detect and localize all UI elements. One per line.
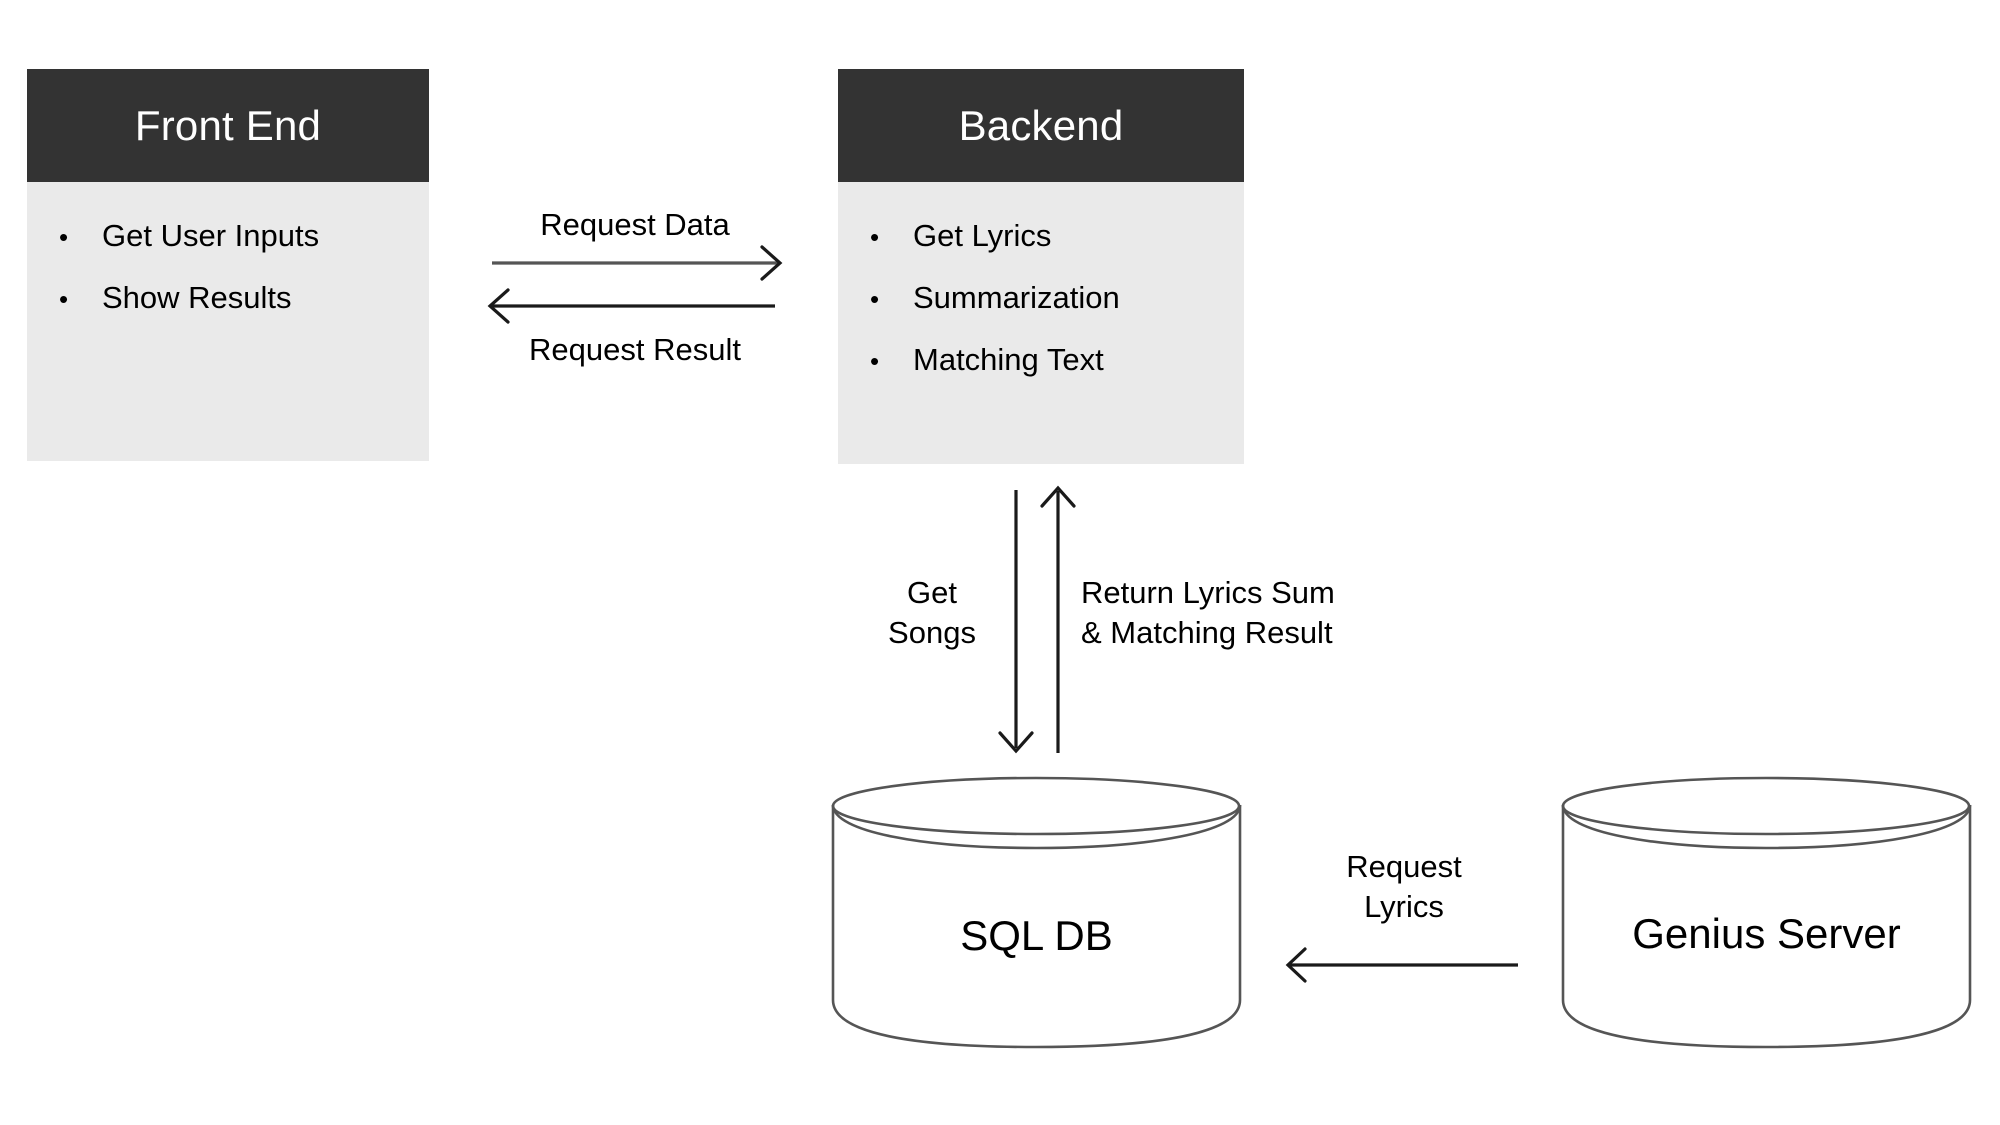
sql-db-label: SQL DB [960, 912, 1113, 959]
bullet-icon: • [59, 222, 69, 252]
list-item: • Get Lyrics [838, 220, 1244, 251]
list-item: • Matching Text [838, 344, 1244, 375]
component-backend[interactable]: Backend • Get Lyrics • Summarization • M… [838, 69, 1244, 464]
get-songs-label-line-2: Songs [888, 614, 976, 650]
connector-label-get-songs: Get Songs [862, 573, 1002, 652]
front-end-title: Front End [27, 69, 429, 182]
connector-label-request-data: Request Data [540, 207, 730, 242]
list-item-label: Summarization [913, 280, 1120, 315]
connector-return-lyrics [1040, 485, 1076, 753]
bullet-icon: • [870, 222, 880, 252]
genius-server-top-ellipse [1561, 776, 1971, 836]
backend-title: Backend [838, 69, 1244, 182]
request-lyrics-label-line-2: Lyrics [1364, 888, 1444, 924]
request-result-arrowhead-icon [487, 288, 510, 324]
connector-label-request-result: Request Result [529, 332, 741, 367]
list-item-label: Matching Text [913, 342, 1104, 377]
return-lyrics-label-line-1: Return Lyrics Sum [1081, 575, 1335, 610]
request-lyrics-label-line-1: Request [1346, 849, 1462, 884]
get-songs-label-line-1: Get [907, 575, 957, 610]
front-end-body: • Get User Inputs • Show Results [27, 182, 429, 461]
genius-server-label: Genius Server [1632, 910, 1901, 957]
diagram-canvas: Front End • Get User Inputs • Show Resul… [0, 0, 2000, 1125]
front-end-feature-list: • Get User Inputs • Show Results [27, 220, 429, 313]
get-songs-arrowhead-icon [998, 731, 1034, 754]
backend-feature-list: • Get Lyrics • Summarization • Matching … [838, 220, 1244, 375]
component-front-end[interactable]: Front End • Get User Inputs • Show Resul… [27, 69, 429, 461]
sql-db-inner-rim [831, 804, 1242, 850]
connector-label-request-lyrics: Request Lyrics [1274, 847, 1534, 926]
connector-request-lyrics [1285, 947, 1518, 983]
list-item-label: Show Results [102, 280, 292, 315]
list-item: • Summarization [838, 282, 1244, 313]
list-item-label: Get Lyrics [913, 218, 1052, 253]
genius-server-inner-rim [1561, 804, 1972, 850]
request-data-arrowhead-icon [760, 245, 783, 281]
return-lyrics-arrowhead-icon [1040, 485, 1076, 508]
request-lyrics-arrowhead-icon [1285, 947, 1307, 983]
return-lyrics-label-line-2: & Matching Result [1081, 614, 1333, 650]
bullet-icon: • [59, 284, 69, 314]
bullet-icon: • [870, 284, 880, 314]
sql-db-top-ellipse [831, 776, 1241, 836]
bullet-icon: • [870, 346, 880, 376]
connector-get-songs [998, 490, 1034, 754]
connector-request-data [492, 245, 783, 281]
list-item: • Show Results [27, 282, 429, 313]
backend-body: • Get Lyrics • Summarization • Matching … [838, 182, 1244, 464]
connector-label-return-lyrics: Return Lyrics Sum & Matching Result [1081, 573, 1401, 652]
connector-request-result [487, 288, 775, 324]
list-item: • Get User Inputs [27, 220, 429, 251]
list-item-label: Get User Inputs [102, 218, 320, 253]
